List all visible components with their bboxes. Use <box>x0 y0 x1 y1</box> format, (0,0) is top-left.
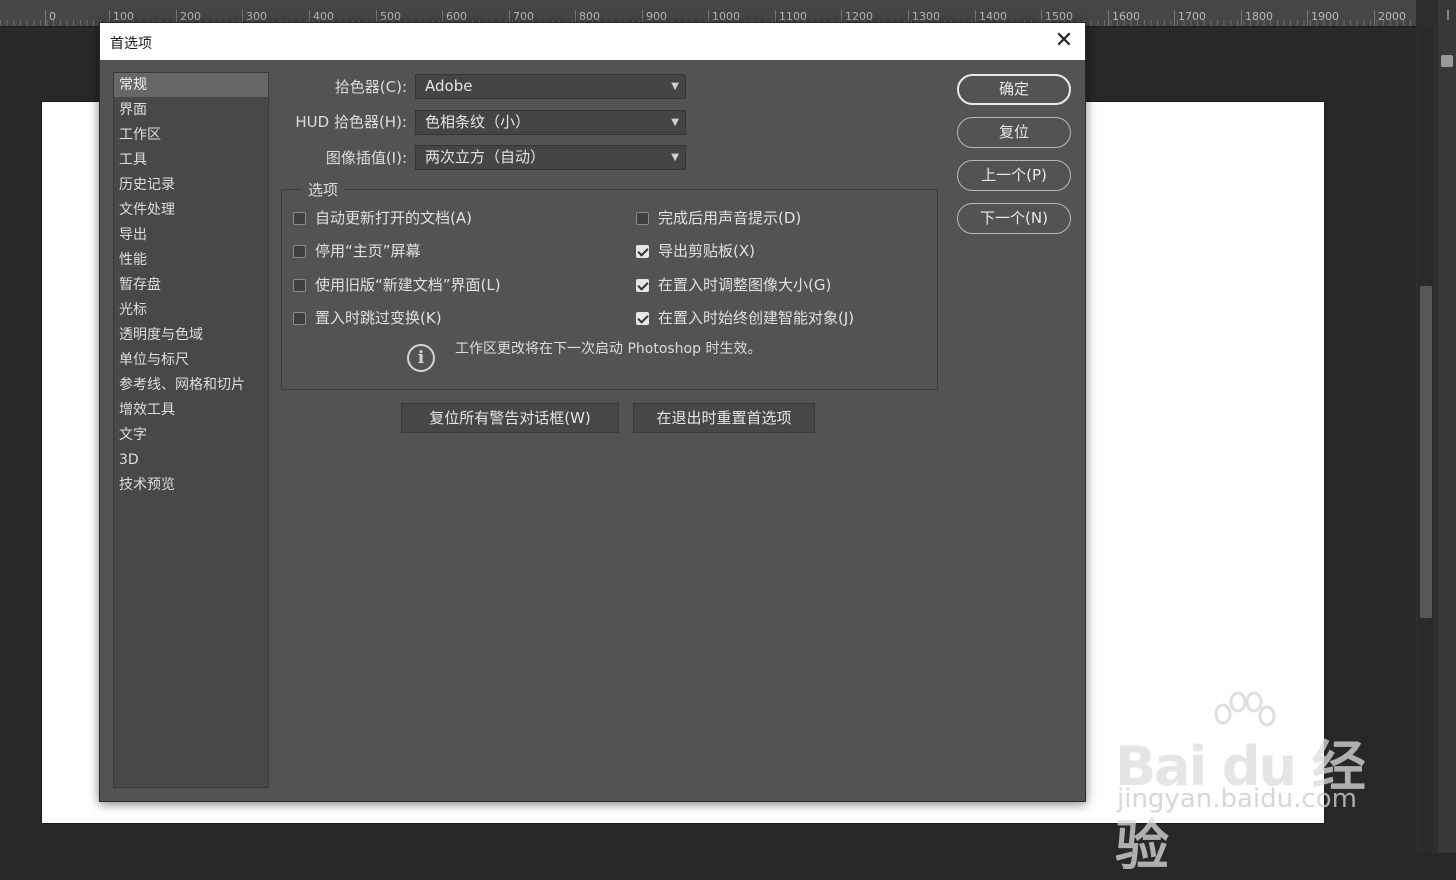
ok-button[interactable]: 确定 <box>957 74 1071 105</box>
sidebar-item-scratch-disks[interactable]: 暂存盘 <box>114 273 268 297</box>
export-clipboard-label: 导出剪贴板(X) <box>658 242 755 260</box>
next-button[interactable]: 下一个(N) <box>957 203 1071 234</box>
resize-on-place-checkbox[interactable] <box>636 279 649 292</box>
workspace-info-text: 工作区更改将在下一次启动 Photoshop 时生效。 <box>455 341 762 357</box>
color-picker-label: 拾色器(C): <box>334 78 407 96</box>
image-interpolation-select[interactable]: 两次立方（自动） ▼ <box>415 145 686 170</box>
ruler-tick: 2000 <box>1374 10 1406 26</box>
reset-prefs-on-quit-button[interactable]: 在退出时重置首选项 <box>633 403 815 433</box>
sidebar-item-export[interactable]: 导出 <box>114 223 268 247</box>
ruler-tick: 1700 <box>1174 10 1206 26</box>
ruler-tick: 0 <box>45 10 56 26</box>
smart-object-label: 在置入时始终创建智能对象(J) <box>658 309 855 327</box>
sidebar-item-cursors[interactable]: 光标 <box>114 298 268 322</box>
hud-color-picker-value: 色相条纹（小） <box>425 113 531 131</box>
image-interpolation-label: 图像插值(I): <box>325 149 407 167</box>
sidebar-item-interface[interactable]: 界面 <box>114 98 268 122</box>
chevron-down-icon: ▼ <box>671 152 679 163</box>
sidebar-item-transparency[interactable]: 透明度与色域 <box>114 323 268 347</box>
sound-on-done-label: 完成后用声音提示(D) <box>658 209 802 227</box>
disable-home-checkbox[interactable] <box>293 245 306 258</box>
preferences-sidebar: 常规 界面 工作区 工具 历史记录 文件处理 导出 性能 暂存盘 光标 透明度与… <box>113 72 269 788</box>
preferences-dialog: 首选项 ✕ 常规 界面 工作区 工具 历史记录 文件处理 导出 性能 暂存盘 光… <box>99 22 1086 802</box>
auto-update-docs-checkbox[interactable] <box>293 212 306 225</box>
export-clipboard-checkbox[interactable] <box>636 245 649 258</box>
sidebar-item-tools[interactable]: 工具 <box>114 148 268 172</box>
reset-button[interactable]: 复位 <box>957 117 1071 148</box>
sidebar-item-type[interactable]: 文字 <box>114 423 268 447</box>
panel-grip-icon[interactable] <box>1447 10 1456 20</box>
legacy-new-doc-label: 使用旧版“新建文档”界面(L) <box>315 276 501 294</box>
info-icon: i <box>407 344 435 372</box>
skip-transform-checkbox[interactable] <box>293 312 306 325</box>
color-picker-value: Adobe <box>425 77 473 95</box>
sidebar-item-workspace[interactable]: 工作区 <box>114 123 268 147</box>
reset-warnings-button[interactable]: 复位所有警告对话框(W) <box>401 403 619 433</box>
legacy-new-doc-checkbox[interactable] <box>293 279 306 292</box>
sidebar-item-plugins[interactable]: 增效工具 <box>114 398 268 422</box>
disable-home-label: 停用“主页”屏幕 <box>315 242 421 260</box>
sidebar-item-guides[interactable]: 参考线、网格和切片 <box>114 373 268 397</box>
sidebar-item-tech-preview[interactable]: 技术预览 <box>114 473 268 497</box>
sidebar-item-file-handling[interactable]: 文件处理 <box>114 198 268 222</box>
hud-color-picker-label: HUD 拾色器(H): <box>295 113 407 131</box>
panel-toggle-icon[interactable] <box>1441 55 1453 67</box>
panel-dock <box>1438 0 1456 853</box>
sound-on-done-checkbox[interactable] <box>636 212 649 225</box>
hud-color-picker-select[interactable]: 色相条纹（小） ▼ <box>415 110 686 135</box>
sidebar-item-3d[interactable]: 3D <box>114 448 268 472</box>
image-interpolation-value: 两次立方（自动） <box>425 148 546 166</box>
ruler-tick: 1600 <box>1108 10 1140 26</box>
auto-update-docs-label: 自动更新打开的文档(A) <box>315 209 472 227</box>
options-legend: 选项 <box>302 179 345 200</box>
scrollbar-thumb[interactable] <box>1420 286 1432 618</box>
ruler-tick: 1900 <box>1307 10 1339 26</box>
chevron-down-icon: ▼ <box>671 117 679 128</box>
sidebar-item-general[interactable]: 常规 <box>114 73 268 97</box>
ruler-tick: 1800 <box>1241 10 1273 26</box>
dialog-title: 首选项 <box>110 36 152 52</box>
sidebar-item-performance[interactable]: 性能 <box>114 248 268 272</box>
close-icon[interactable]: ✕ <box>1052 30 1076 54</box>
dialog-titlebar[interactable]: 首选项 ✕ <box>100 23 1085 60</box>
resize-on-place-label: 在置入时调整图像大小(G) <box>658 276 832 294</box>
sidebar-item-units[interactable]: 单位与标尺 <box>114 348 268 372</box>
skip-transform-label: 置入时跳过变换(K) <box>315 309 442 327</box>
smart-object-checkbox[interactable] <box>636 312 649 325</box>
sidebar-item-history[interactable]: 历史记录 <box>114 173 268 197</box>
chevron-down-icon: ▼ <box>671 81 679 92</box>
color-picker-select[interactable]: Adobe ▼ <box>415 74 686 99</box>
prev-button[interactable]: 上一个(P) <box>957 160 1071 191</box>
